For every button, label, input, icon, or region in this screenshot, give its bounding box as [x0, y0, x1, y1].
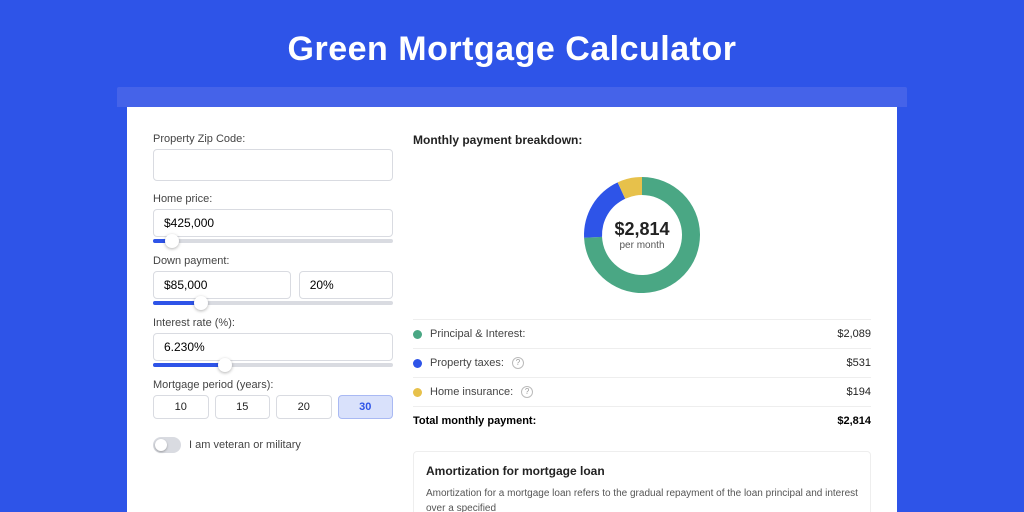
zip-input[interactable]: [153, 149, 393, 181]
down-payment-slider[interactable]: [153, 301, 393, 305]
breakdown-column: Monthly payment breakdown: $2,814 per mo…: [413, 133, 871, 512]
interest-slider-thumb[interactable]: [218, 358, 232, 372]
amort-text: Amortization for a mortgage loan refers …: [426, 486, 858, 512]
down-payment-pct-input[interactable]: [299, 271, 393, 299]
amort-card: Amortization for mortgage loan Amortizat…: [413, 451, 871, 512]
card-shadow-step: [117, 87, 907, 107]
legend-value: $194: [847, 386, 871, 398]
legend-total-label: Total monthly payment:: [413, 415, 536, 427]
period-15-button[interactable]: 15: [215, 395, 271, 419]
veteran-label: I am veteran or military: [189, 439, 301, 451]
down-payment-field: Down payment:: [153, 255, 393, 305]
veteran-row: I am veteran or military: [153, 431, 393, 453]
home-price-slider[interactable]: [153, 239, 393, 243]
legend-value: $531: [847, 357, 871, 369]
legend-row: Property taxes: ? $531: [413, 348, 871, 377]
donut-sub: per month: [619, 240, 664, 251]
donut-wrap: $2,814 per month: [413, 163, 871, 303]
interest-field: Interest rate (%):: [153, 317, 393, 367]
zip-field: Property Zip Code:: [153, 133, 393, 181]
donut-amount: $2,814: [614, 219, 669, 240]
legend: Principal & Interest: $2,089 Property taxe…: [413, 319, 871, 435]
period-30-button[interactable]: 30: [338, 395, 394, 419]
zip-label: Property Zip Code:: [153, 133, 393, 145]
legend-label: Principal & Interest:: [430, 328, 525, 340]
legend-row: Home insurance: ? $194: [413, 377, 871, 406]
calculator-card: Property Zip Code: Home price: Down paym…: [127, 107, 897, 512]
home-price-slider-thumb[interactable]: [165, 234, 179, 248]
down-payment-slider-thumb[interactable]: [194, 296, 208, 310]
legend-row: Principal & Interest: $2,089: [413, 319, 871, 348]
home-price-label: Home price:: [153, 193, 393, 205]
home-price-field: Home price:: [153, 193, 393, 243]
interest-slider[interactable]: [153, 363, 393, 367]
legend-label: Property taxes:: [430, 357, 504, 369]
donut-center: $2,814 per month: [578, 171, 706, 299]
down-payment-input[interactable]: [153, 271, 291, 299]
legend-value: $2,089: [837, 328, 871, 340]
interest-label: Interest rate (%):: [153, 317, 393, 329]
breakdown-title: Monthly payment breakdown:: [413, 133, 871, 147]
legend-label: Home insurance:: [430, 386, 513, 398]
amort-title: Amortization for mortgage loan: [426, 464, 858, 478]
interest-slider-fill: [153, 363, 225, 367]
legend-dot-icon: [413, 330, 422, 339]
legend-dot-icon: [413, 388, 422, 397]
help-icon[interactable]: ?: [521, 386, 533, 398]
form-column: Property Zip Code: Home price: Down paym…: [153, 133, 393, 512]
page-title: Green Mortgage Calculator: [0, 0, 1024, 87]
legend-total-row: Total monthly payment: $2,814: [413, 406, 871, 435]
period-20-button[interactable]: 20: [276, 395, 332, 419]
period-10-button[interactable]: 10: [153, 395, 209, 419]
donut-chart: $2,814 per month: [578, 171, 706, 299]
home-price-input[interactable]: [153, 209, 393, 237]
period-button-row: 10152030: [153, 395, 393, 419]
period-field: Mortgage period (years): 10152030: [153, 379, 393, 419]
veteran-toggle[interactable]: [153, 437, 181, 453]
legend-total-value: $2,814: [837, 415, 871, 427]
help-icon[interactable]: ?: [512, 357, 524, 369]
legend-dot-icon: [413, 359, 422, 368]
down-payment-label: Down payment:: [153, 255, 393, 267]
interest-input[interactable]: [153, 333, 393, 361]
period-label: Mortgage period (years):: [153, 379, 393, 391]
